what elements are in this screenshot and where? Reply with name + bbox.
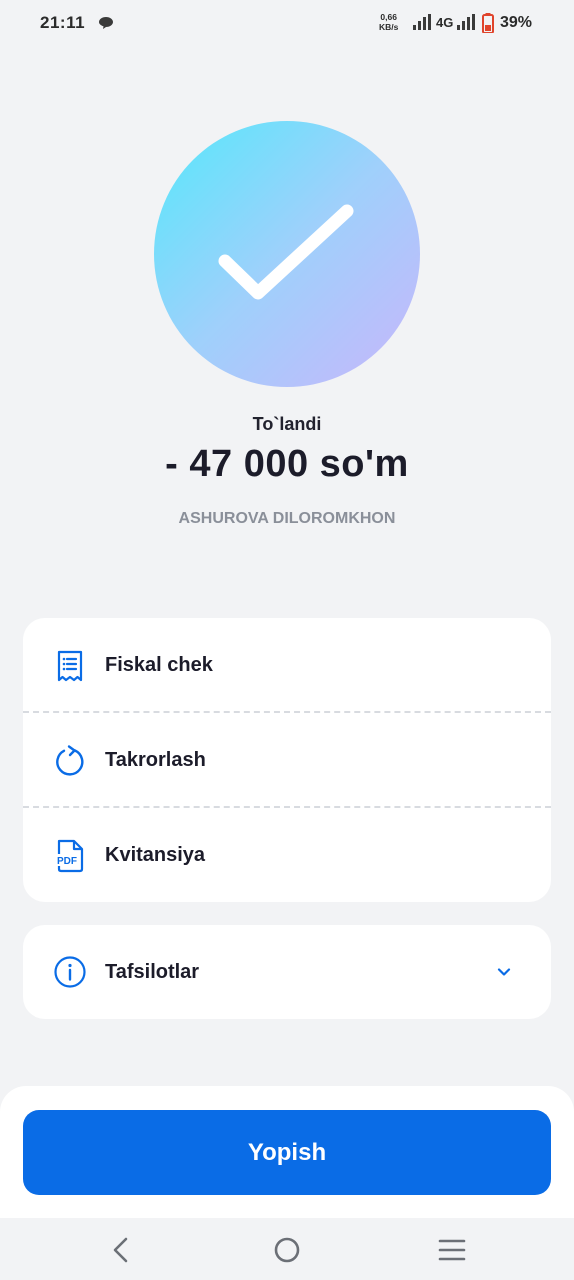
status-time: 21:11 — [40, 13, 86, 32]
message-icon — [99, 16, 113, 29]
network-speed: 0,66 KB/s — [379, 12, 398, 32]
close-button[interactable]: Yopish — [23, 1110, 551, 1195]
battery-icon — [482, 13, 494, 38]
payment-status: To`landi — [252, 414, 322, 434]
signal-icon — [413, 14, 431, 35]
payment-success-screen: 21:11 0,66 KB/s 4G 39% To`landi - 47 000… — [0, 0, 574, 1280]
receipt-pdf-button[interactable]: PDF Kvitansiya — [23, 808, 551, 903]
speed-unit: KB/s — [379, 22, 399, 32]
payment-amount: - 47 000 so'm — [165, 443, 409, 485]
details-toggle[interactable]: Tafsilotlar — [23, 925, 551, 1019]
info-icon — [53, 955, 87, 989]
actions-card: Fiskal chek Takrorlash PDF Kvitansiya — [23, 618, 551, 902]
signal-icon — [457, 14, 475, 35]
back-icon[interactable] — [104, 1234, 136, 1266]
receipt-pdf-label: Kvitansiya — [105, 844, 206, 866]
fiscal-receipt-button[interactable]: Fiskal chek — [23, 618, 551, 713]
repeat-button[interactable]: Takrorlash — [23, 713, 551, 808]
details-label: Tafsilotlar — [105, 961, 200, 983]
home-icon[interactable] — [271, 1234, 303, 1266]
navigation-bar — [0, 1218, 574, 1280]
success-check-icon — [154, 121, 420, 387]
recipient-name: ASHUROVA DILOROMKHON — [178, 510, 396, 527]
fiscal-receipt-label: Fiskal chek — [105, 654, 213, 676]
chevron-down-icon — [495, 963, 513, 981]
status-bar: 21:11 0,66 KB/s 4G 39% — [0, 0, 574, 48]
network-type: 4G — [436, 15, 454, 30]
receipt-icon — [53, 649, 87, 683]
speed-value: 0,66 — [380, 12, 397, 22]
pdf-icon-text: PDF — [57, 856, 77, 867]
battery-level: 39% — [500, 14, 533, 31]
menu-icon[interactable] — [436, 1234, 468, 1266]
pdf-icon: PDF — [53, 839, 87, 873]
repeat-icon — [53, 744, 87, 778]
repeat-label: Takrorlash — [105, 749, 206, 771]
